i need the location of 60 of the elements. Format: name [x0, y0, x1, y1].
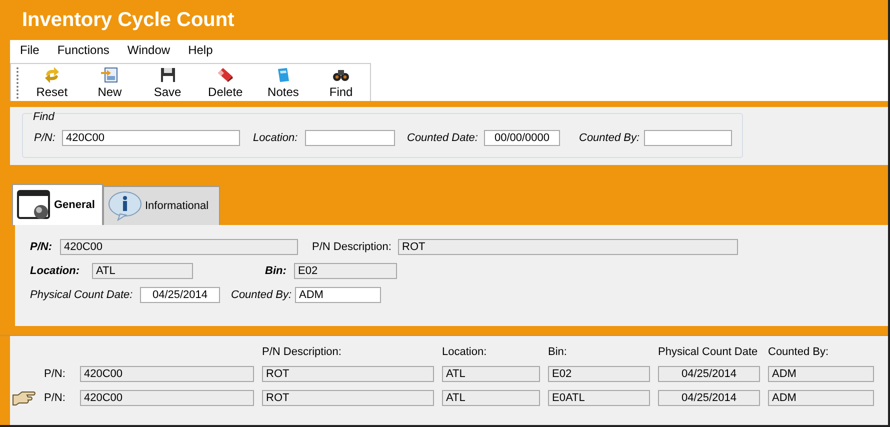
panel-legend: Find: [32, 111, 56, 123]
field-label: Counted By:: [579, 132, 641, 144]
eraser-icon: [216, 66, 234, 82]
text-field[interactable]: ADM: [768, 366, 874, 382]
text-field[interactable]: ADM: [768, 390, 874, 406]
window-title: Inventory Cycle Count: [22, 8, 234, 32]
menu-item[interactable]: Help: [188, 43, 213, 57]
field-label: P/N:: [44, 392, 66, 404]
column-header: P/N Description:: [262, 346, 342, 358]
field-label: P/N Description:: [312, 241, 392, 253]
text-field[interactable]: ROT: [262, 390, 434, 406]
text-field[interactable]: 04/25/2014: [658, 390, 760, 406]
arrows-icon: [42, 66, 61, 82]
text-field[interactable]: 04/25/2014: [658, 366, 760, 382]
column-header: Location:: [442, 346, 488, 358]
toolbar-button[interactable]: New: [80, 64, 139, 100]
toolbar-button[interactable]: Delete: [196, 64, 254, 100]
field-label: Bin:: [265, 265, 288, 277]
column-header: Physical Count Date: [658, 346, 759, 358]
text-field[interactable]: ATL: [442, 390, 540, 406]
toolbar-button[interactable]: Find: [312, 64, 370, 100]
field-label: Location:: [253, 132, 299, 144]
document-icon: [100, 66, 119, 82]
toolbar-button[interactable]: Notes: [254, 64, 312, 100]
field-label: P/N:: [44, 368, 66, 380]
text-field[interactable]: 420C00: [60, 239, 298, 255]
input-field[interactable]: 420C00: [62, 130, 240, 146]
note-icon: [275, 66, 292, 82]
text-field[interactable]: E02: [548, 366, 650, 382]
text-field[interactable]: ATL: [92, 263, 193, 279]
tab[interactable]: General: [12, 184, 103, 225]
text-field[interactable]: ATL: [442, 366, 540, 382]
info-icon: [108, 191, 142, 221]
field-label: Physical Count Date:: [30, 289, 134, 301]
input-field[interactable]: [305, 130, 395, 146]
menu-item[interactable]: Window: [127, 43, 170, 57]
field-label: Location:: [30, 265, 80, 277]
text-field[interactable]: 420C00: [80, 390, 254, 406]
toolbar-button[interactable]: Reset: [22, 64, 81, 100]
menu-item[interactable]: File: [20, 43, 40, 57]
field-label: Counted By:: [231, 289, 293, 301]
input-field[interactable]: [644, 130, 732, 146]
text-field[interactable]: E02: [294, 263, 397, 279]
field-label: Counted Date:: [407, 132, 479, 144]
tab[interactable]: Informational: [103, 186, 220, 225]
text-field[interactable]: E0ATL: [548, 390, 650, 406]
input-field[interactable]: 04/25/2014: [140, 287, 220, 303]
input-field[interactable]: ADM: [295, 287, 381, 303]
grip-icon[interactable]: [16, 66, 19, 100]
column-header: Counted By:: [768, 346, 830, 358]
menu-item[interactable]: Functions: [57, 43, 110, 57]
text-field[interactable]: ROT: [262, 366, 434, 382]
field-label: P/N:: [34, 132, 56, 144]
window-icon: [17, 189, 51, 221]
text-field[interactable]: ROT: [398, 239, 738, 255]
input-field[interactable]: 00/00/0000: [484, 130, 560, 146]
text-field[interactable]: 420C00: [80, 366, 254, 382]
column-header: Bin:: [548, 346, 568, 358]
field-label: P/N:: [30, 241, 53, 253]
toolbar-button[interactable]: Save: [138, 64, 196, 100]
